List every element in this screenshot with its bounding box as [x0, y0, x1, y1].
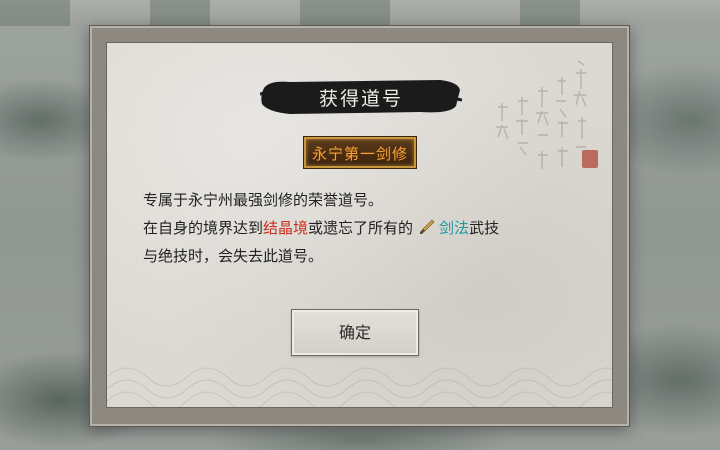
realm-highlight: 结晶境 — [263, 219, 309, 237]
red-seal-stamp — [582, 150, 598, 168]
description-middle: 或遗忘了所有的 — [308, 219, 414, 237]
description-suffix: 武技 — [469, 219, 500, 237]
skill-highlight: 剑法 — [439, 219, 470, 237]
title-banner: 获得道号 — [260, 76, 462, 116]
description-line-1: 专属于永宁州最强剑修的荣誉道号。 — [143, 191, 384, 209]
confirm-button[interactable]: 确定 — [291, 309, 419, 356]
description-prefix: 在自身的境界达到 — [143, 219, 264, 237]
description-line-3: 与绝技时，会失去此道号。 — [143, 247, 324, 265]
brush-icon — [420, 219, 435, 234]
honor-title-text: 永宁第一剑修 — [311, 145, 408, 163]
description: 专属于永宁州最强剑修的荣誉道号。 在自身的境界达到结晶境或遗忘了所有的 剑法武技… — [143, 186, 593, 270]
honor-title-plaque: 永宁第一剑修 — [304, 137, 416, 168]
description-line-2: 在自身的境界达到结晶境或遗忘了所有的 剑法武技 — [143, 214, 593, 242]
dialog-title: 获得道号 — [318, 88, 403, 110]
